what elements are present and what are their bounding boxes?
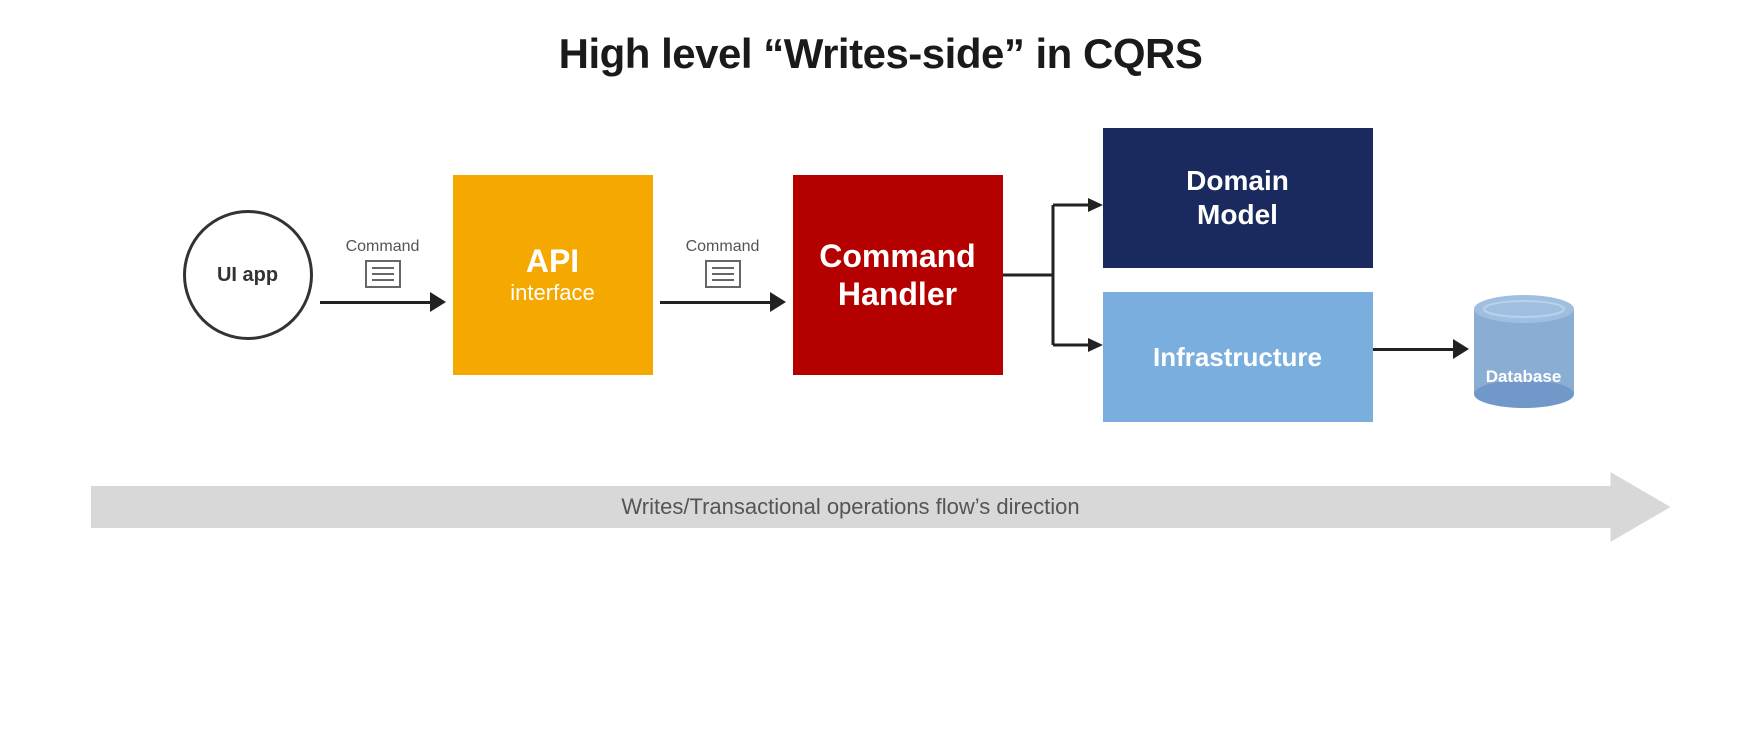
command-handler-box: Command Handler [793, 175, 1003, 375]
flow-arrow-text: Writes/Transactional operations flow’s d… [621, 494, 1139, 520]
command-handler-label: Command Handler [819, 237, 975, 314]
main-flow: UI app Command API interface [60, 128, 1701, 422]
page-title: High level “Writes-side” in CQRS [559, 30, 1203, 78]
arrow-1-container: Command [313, 238, 453, 312]
arrow-shaft [1373, 348, 1453, 351]
diagram-area: UI app Command API interface [60, 128, 1701, 542]
command-icon-line [372, 279, 394, 281]
right-boxes: Domain Model Infrastructure [1103, 128, 1373, 422]
domain-model-title-line2: Model [1186, 198, 1289, 232]
arrow-1-line [320, 292, 446, 312]
flow-arrow-container: Writes/Transactional operations flow’s d… [91, 472, 1671, 542]
database-cylinder: Database [1469, 289, 1579, 409]
command-label-2-area: Command [686, 238, 760, 288]
arrow-head [1453, 339, 1469, 359]
arrow-head [430, 292, 446, 312]
command-icon-line [372, 273, 394, 275]
infrastructure-label: Infrastructure [1153, 342, 1322, 373]
right-boxes-with-db: Domain Model Infrastructure [1103, 128, 1579, 422]
arrow-shaft [660, 301, 770, 304]
ui-app-node: UI app [183, 210, 313, 340]
command-icon-line [372, 267, 394, 269]
command-icon-line [712, 267, 734, 269]
domain-model-title-line1: Domain [1186, 164, 1289, 198]
command-label-1: Command [346, 238, 420, 256]
db-with-arrow: Database [1373, 136, 1579, 414]
flow-arrow-shape: Writes/Transactional operations flow’s d… [91, 472, 1671, 542]
database-svg [1469, 289, 1579, 409]
command-icon-line [712, 279, 734, 281]
command-icon-line [712, 273, 734, 275]
arrow-head [770, 292, 786, 312]
command-label-1-area: Command [346, 238, 420, 288]
infra-db-arrow [1373, 339, 1469, 359]
api-box-title: API [526, 244, 579, 279]
fork-arrows [1003, 136, 1103, 414]
command-icon-2 [705, 260, 741, 288]
arrow-shaft [320, 301, 430, 304]
api-box-subtitle: interface [510, 280, 594, 306]
ui-app-label: UI app [217, 264, 278, 287]
arrow-2-line [660, 292, 786, 312]
api-interface-box: API interface [453, 175, 653, 375]
infrastructure-box: Infrastructure [1103, 292, 1373, 422]
command-label-2: Command [686, 238, 760, 256]
database-label: Database [1469, 367, 1579, 387]
fork-svg [1003, 136, 1103, 414]
arrow-2-container: Command [653, 238, 793, 312]
command-icon-1 [365, 260, 401, 288]
domain-model-box: Domain Model [1103, 128, 1373, 268]
